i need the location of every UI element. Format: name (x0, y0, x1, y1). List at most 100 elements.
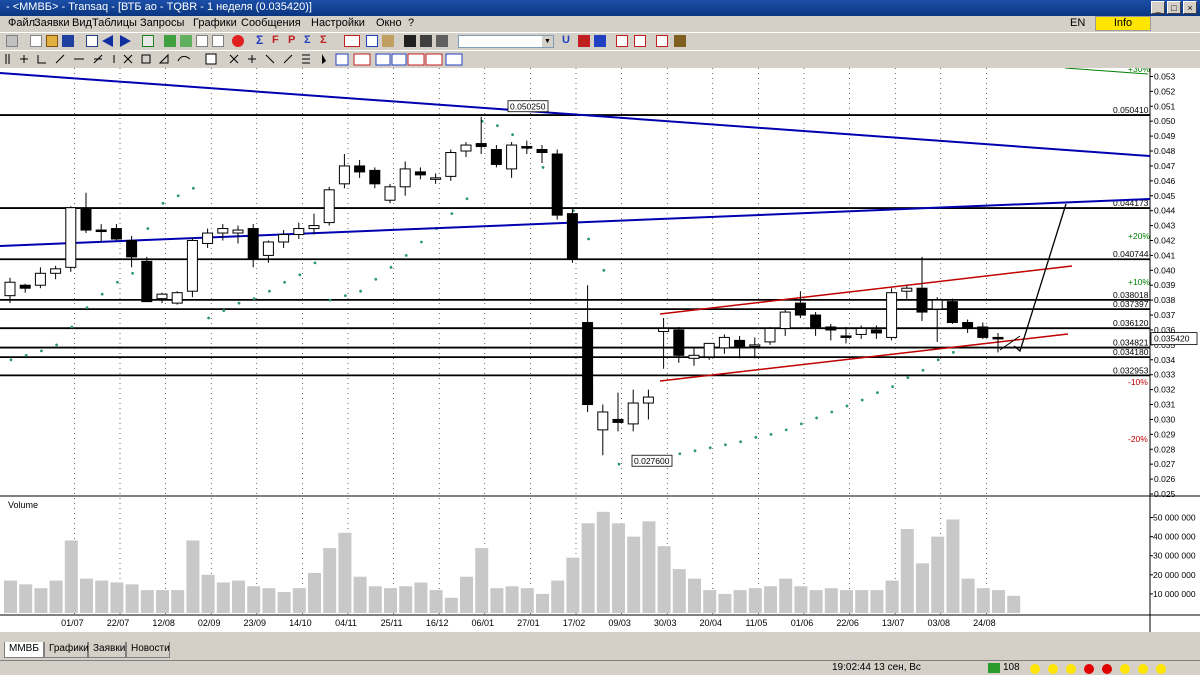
news-icon[interactable] (616, 35, 628, 47)
status-light-6 (1120, 664, 1130, 674)
info-label: Info (1113, 17, 1133, 29)
menu-queries[interactable]: Запросы (140, 17, 184, 29)
date-label: 12/08 (152, 618, 175, 628)
chart3-icon[interactable] (436, 35, 448, 47)
candle-body (384, 186, 396, 201)
sigma-icon[interactable]: F (272, 35, 284, 47)
sum-icon[interactable]: Σ (256, 34, 268, 47)
back-icon[interactable] (102, 35, 113, 47)
u-icon[interactable]: U (562, 35, 574, 47)
menu-window[interactable]: Окно (376, 17, 402, 29)
volume-bar (657, 546, 671, 613)
open-icon[interactable] (46, 35, 58, 47)
candle-body (870, 329, 882, 334)
level-label: 0.034821 (1113, 338, 1149, 348)
price-tick-label: 0.053 (1154, 71, 1176, 81)
volume-bar (414, 582, 428, 613)
price-tick-label: 0.044 (1154, 206, 1176, 216)
save-icon[interactable] (62, 35, 74, 47)
red-channel-line (659, 265, 1073, 315)
new-icon[interactable] (30, 35, 42, 47)
sar-point (784, 428, 788, 432)
sar-point (192, 186, 195, 190)
forward-icon[interactable] (120, 35, 131, 47)
sar-point (222, 309, 226, 312)
percent-label: +10% (1128, 277, 1150, 287)
candle-body (4, 281, 16, 297)
menu-view[interactable]: Вид (72, 17, 92, 29)
stop-icon[interactable] (232, 35, 244, 47)
sar-point (404, 254, 408, 257)
status-light-2 (1048, 664, 1058, 674)
volume-bar (140, 590, 154, 613)
volume-title: Volume (8, 500, 38, 510)
candle-body (582, 322, 594, 406)
volume-bar (976, 588, 990, 613)
menu-help[interactable]: ? (408, 17, 414, 29)
p2-icon[interactable] (594, 35, 606, 47)
language-indicator[interactable]: EN (1070, 17, 1085, 29)
menu-settings[interactable]: Настройки (311, 17, 365, 29)
menu-messages[interactable]: Сообщения (241, 17, 301, 29)
candle-body (414, 171, 426, 176)
candle-body (262, 241, 274, 256)
volume-bar (156, 590, 169, 613)
sar-point (100, 292, 104, 296)
volume-bar (536, 593, 549, 613)
p-icon[interactable] (578, 35, 590, 47)
market-tabs: ММВБ Графики Заявки Новости (0, 642, 1200, 658)
price-tick-label: 0.052 (1154, 86, 1176, 96)
book-icon[interactable] (382, 35, 394, 47)
chart2-icon[interactable] (420, 35, 432, 47)
maximize-button[interactable]: □ (1167, 1, 1181, 14)
minimize-button[interactable]: _ (1151, 1, 1165, 14)
idx-icon[interactable] (344, 35, 360, 47)
info-button[interactable]: Info (1095, 16, 1151, 31)
sigma3-icon[interactable]: Σ (320, 35, 332, 47)
tab-news[interactable]: Новости (126, 642, 170, 658)
volume-bar (49, 580, 63, 613)
copy-icon[interactable] (164, 35, 176, 47)
filter-icon[interactable]: P (288, 35, 300, 47)
order-icon[interactable] (196, 35, 208, 47)
chevron-down-icon[interactable]: ▼ (542, 36, 553, 47)
sigma2-icon[interactable]: Σ (304, 35, 316, 47)
sar-point (146, 227, 150, 230)
tab-orders[interactable]: Заявки (88, 642, 126, 658)
level-label: 0.050410 (1113, 105, 1149, 115)
tab-micex[interactable]: ММВБ (4, 642, 44, 658)
list-icon[interactable] (366, 35, 378, 47)
candle-body (931, 299, 943, 310)
drawing-tools[interactable] (0, 51, 470, 67)
menu-charts[interactable]: Графики (193, 17, 237, 29)
paste-icon[interactable] (180, 35, 192, 47)
price-tick-label: 0.033 (1154, 370, 1176, 380)
news2-icon[interactable] (634, 35, 646, 47)
price-tick-label: 0.051 (1154, 101, 1176, 111)
refresh-icon[interactable] (142, 35, 154, 47)
close-button[interactable]: × (1183, 1, 1197, 14)
tab-charts[interactable]: Графики (44, 642, 89, 658)
chart-icon[interactable] (404, 35, 416, 47)
candle-body (612, 418, 624, 423)
tab-micex-label: ММВБ (9, 643, 39, 654)
briefcase-icon[interactable] (674, 35, 686, 47)
sar-point (420, 240, 423, 244)
menu-tables[interactable]: Таблицы (92, 17, 137, 29)
drawing-toolbar (0, 50, 1200, 67)
price-chart[interactable]: 01/07 22/07 12/08 02/09 23/09 14/10 04/11 25/11… (0, 64, 1200, 632)
table-icon[interactable] (6, 35, 18, 47)
grid-icon[interactable] (86, 35, 98, 47)
volume-bar (444, 597, 458, 613)
p3-icon[interactable] (656, 35, 668, 47)
sar-point (24, 353, 28, 357)
sar-point (830, 410, 834, 414)
calc-icon[interactable] (212, 35, 224, 47)
instrument-combo[interactable]: ▼ (458, 35, 554, 48)
volume-bar (748, 588, 762, 613)
volume-bar (171, 590, 185, 613)
volume-bar (916, 563, 929, 613)
chart-area[interactable]: 01/07 22/07 12/08 02/09 23/09 14/10 04/11 25/11… (0, 64, 1200, 632)
menu-orders[interactable]: Заявки (34, 17, 70, 29)
menu-file[interactable]: Файл (8, 17, 35, 29)
